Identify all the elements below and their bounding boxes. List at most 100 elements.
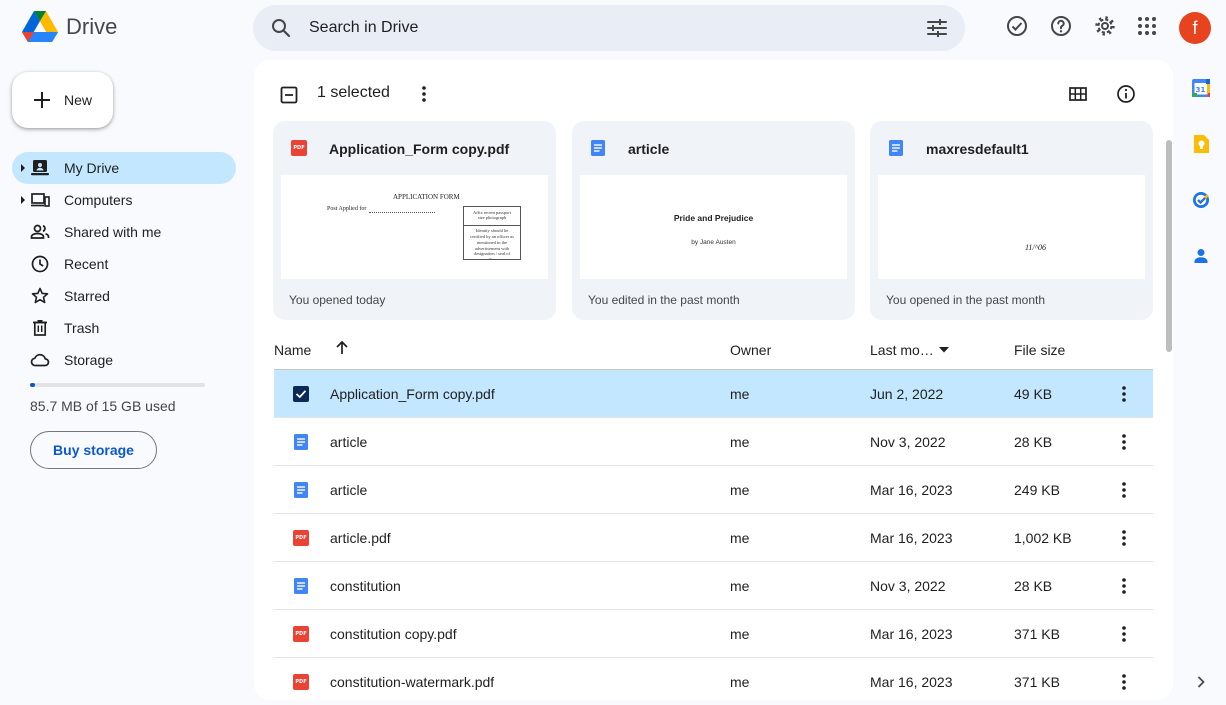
table-row[interactable]: constitution me Nov 3, 2022 28 KB <box>274 562 1153 610</box>
sort-dropdown-icon[interactable] <box>938 346 950 354</box>
search-bar[interactable]: Search in Drive <box>253 5 965 51</box>
file-last-modified: Jun 2, 2022 <box>870 386 944 402</box>
sidebar-item-label: Starred <box>64 288 110 304</box>
card-footer: You opened today <box>289 293 386 307</box>
vertical-scrollbar[interactable] <box>1166 140 1172 352</box>
table-row[interactable]: Application_Form copy.pdf me Jun 2, 2022 49… <box>274 370 1153 418</box>
expand-side-panel-chevron-icon[interactable] <box>1194 675 1208 689</box>
preview-photo-box: Affix recent passport size photograph Id… <box>463 206 521 260</box>
file-size: 49 KB <box>1014 386 1053 402</box>
drive-logo-icon <box>22 11 58 42</box>
row-more-actions-icon[interactable] <box>1116 624 1132 644</box>
row-more-actions-icon[interactable] <box>1116 384 1132 404</box>
apps-grid-icon[interactable] <box>1135 14 1159 38</box>
search-options-icon[interactable] <box>925 16 949 40</box>
sidebar-item-computers[interactable]: Computers <box>12 184 236 216</box>
sidebar-item-shared-with-me[interactable]: Shared with me <box>12 216 236 248</box>
offline-ready-icon[interactable] <box>1005 14 1029 38</box>
file-owner: me <box>730 386 750 402</box>
calendar-day: 31 <box>1196 86 1206 94</box>
row-more-actions-icon[interactable] <box>1116 672 1132 692</box>
my-drive-icon <box>31 160 49 176</box>
file-name[interactable]: article <box>330 482 367 498</box>
table-row[interactable]: article me Nov 3, 2022 28 KB <box>274 418 1153 466</box>
docs-file-icon <box>294 482 308 498</box>
deselect-checkbox-icon[interactable] <box>280 86 298 104</box>
card-title: Application_Form copy.pdf <box>329 141 510 157</box>
tasks-icon[interactable] <box>1191 190 1211 210</box>
pdf-file-icon: PDF <box>293 626 309 642</box>
file-name[interactable]: Application_Form copy.pdf <box>330 386 495 402</box>
sidebar-item-trash[interactable]: Trash <box>12 312 236 344</box>
cloud-icon <box>30 353 50 367</box>
file-owner: me <box>730 578 750 594</box>
row-more-actions-icon[interactable] <box>1116 432 1132 452</box>
card-footer: You opened in the past month <box>886 293 1046 307</box>
file-name[interactable]: constitution <box>330 578 401 594</box>
column-header-owner[interactable]: Owner <box>730 342 771 358</box>
buy-storage-button[interactable]: Buy storage <box>30 431 157 469</box>
row-more-actions-icon[interactable] <box>1116 480 1132 500</box>
docs-file-icon <box>294 434 308 450</box>
table-row[interactable]: PDF article.pdf me Mar 16, 2023 1,002 KB <box>274 514 1153 562</box>
row-more-actions-icon[interactable] <box>1116 528 1132 548</box>
table-row[interactable]: PDF constitution copy.pdf me Mar 16, 2023 37… <box>274 610 1153 658</box>
file-owner: me <box>730 530 750 546</box>
expand-caret-icon[interactable] <box>21 196 25 204</box>
drive-logo[interactable]: Drive <box>22 10 117 44</box>
suggested-file-card[interactable]: maxresdefault1 11/^06 You opened in the … <box>870 121 1153 320</box>
sidebar-item-starred[interactable]: Starred <box>12 280 236 312</box>
file-last-modified: Mar 16, 2023 <box>870 626 953 642</box>
more-actions-icon[interactable] <box>416 84 432 104</box>
account-avatar[interactable]: f <box>1179 12 1211 44</box>
search-input[interactable]: Search in Drive <box>309 19 418 37</box>
table-row[interactable]: PDF constitution-watermark.pdf me Mar 16, 2… <box>274 658 1153 700</box>
file-name[interactable]: article <box>330 434 367 450</box>
storage-usage-fill <box>30 383 36 387</box>
file-name[interactable]: constitution copy.pdf <box>330 626 457 642</box>
file-owner: me <box>730 482 750 498</box>
file-size: 28 KB <box>1014 434 1053 450</box>
table-row[interactable]: article me Mar 16, 2023 249 KB <box>274 466 1153 514</box>
suggested-file-card[interactable]: PDF Application_Form copy.pdf APPLICATIO… <box>273 121 556 320</box>
file-name[interactable]: constitution-watermark.pdf <box>330 674 494 690</box>
file-last-modified: Mar 16, 2023 <box>870 482 953 498</box>
new-button[interactable]: New <box>12 72 113 128</box>
column-header-last-modified[interactable]: Last mo… <box>870 342 934 358</box>
search-icon[interactable] <box>269 16 293 40</box>
sidebar-item-label: Trash <box>64 320 100 336</box>
app-name: Drive <box>66 14 118 39</box>
settings-gear-icon[interactable] <box>1093 14 1117 38</box>
keep-notes-icon[interactable] <box>1191 134 1211 154</box>
file-name[interactable]: article.pdf <box>330 530 391 546</box>
info-icon[interactable] <box>1116 84 1136 104</box>
sidebar-item-storage[interactable]: Storage <box>12 344 236 376</box>
column-header-file-size[interactable]: File size <box>1014 342 1065 358</box>
column-header-name[interactable]: Name <box>274 342 311 358</box>
file-table-header: Name Owner Last mo… File size <box>274 328 1153 370</box>
preview-heading: Pride and Prejudice <box>673 213 754 223</box>
preview-field-line <box>369 212 435 213</box>
new-button-label: New <box>64 92 93 108</box>
shared-people-icon <box>30 224 50 239</box>
star-icon <box>31 287 49 304</box>
card-footer: You edited in the past month <box>588 293 740 307</box>
file-size: 1,002 KB <box>1014 530 1072 546</box>
file-preview: 11/^06 <box>878 175 1145 279</box>
contacts-icon[interactable] <box>1191 246 1211 266</box>
grid-view-icon[interactable] <box>1068 84 1088 104</box>
file-owner: me <box>730 626 750 642</box>
file-size: 371 KB <box>1014 674 1060 690</box>
sort-ascending-arrow-icon[interactable] <box>334 340 350 356</box>
sidebar-item-recent[interactable]: Recent <box>12 248 236 280</box>
preview-heading: APPLICATION FORM <box>393 193 460 201</box>
selected-checkbox-icon[interactable] <box>293 386 309 402</box>
clock-icon <box>31 255 49 273</box>
calendar-icon[interactable]: 31 <box>1191 78 1211 98</box>
expand-caret-icon[interactable] <box>21 164 25 172</box>
suggested-file-card[interactable]: article Pride and Prejudice by Jane Aust… <box>572 121 855 320</box>
sidebar-item-my-drive[interactable]: My Drive <box>12 152 236 184</box>
preview-text: 11/^06 <box>1025 243 1047 252</box>
help-icon[interactable] <box>1049 14 1073 38</box>
row-more-actions-icon[interactable] <box>1116 576 1132 596</box>
